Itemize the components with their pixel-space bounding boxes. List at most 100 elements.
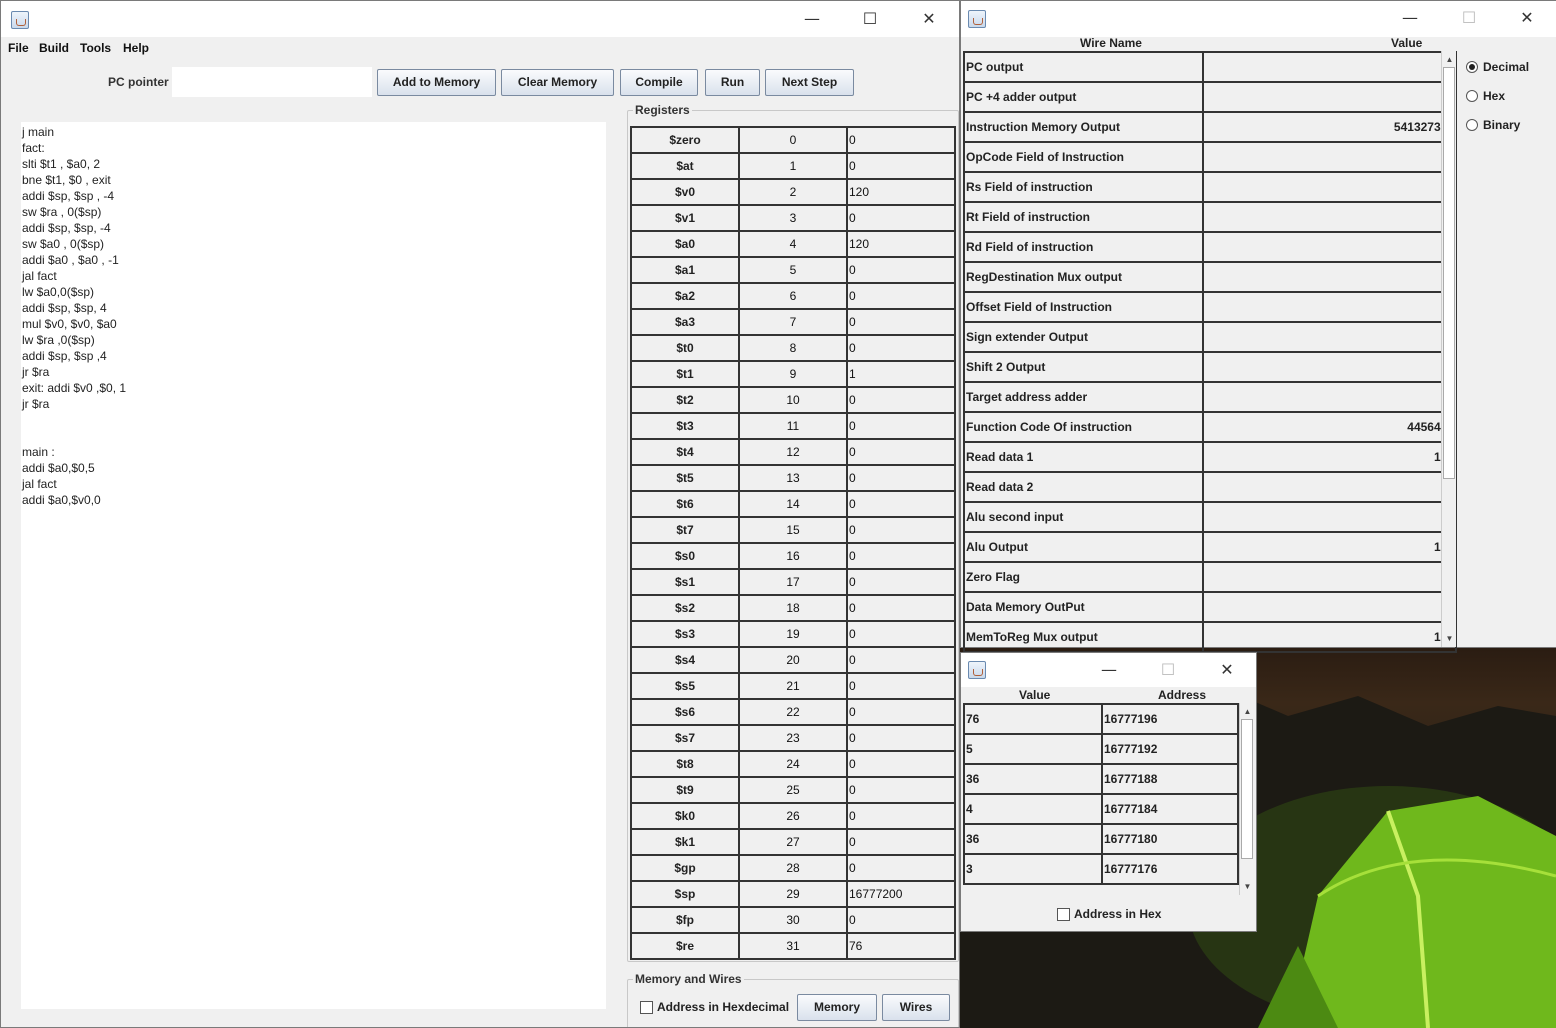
register-name: $a0 <box>630 230 740 258</box>
address-hex-checkbox[interactable] <box>640 1001 653 1014</box>
binary-radio[interactable] <box>1466 119 1478 131</box>
clear-memory-button[interactable]: Clear Memory <box>501 69 614 96</box>
register-row: $t0 8 0 <box>630 334 956 362</box>
wires-maximize-button[interactable]: ☐ <box>1446 3 1492 33</box>
register-row: $t8 24 0 <box>630 750 956 778</box>
scroll-up-icon[interactable]: ▲ <box>1441 51 1458 68</box>
code-line: sw $ra , 0($sp) <box>22 205 102 219</box>
register-value: 0 <box>846 724 956 752</box>
memory-minimize-button[interactable]: — <box>1086 655 1132 685</box>
register-number: 0 <box>738 126 848 154</box>
memory-scrollbar[interactable]: ▲ ▼ <box>1239 703 1254 895</box>
wire-value: 0 <box>1202 501 1457 533</box>
register-row: $a2 6 0 <box>630 282 956 310</box>
memory-row: 3 16777176 <box>963 853 1239 885</box>
register-name: $gp <box>630 854 740 882</box>
wire-row: Zero Flag0 <box>963 561 1457 593</box>
memory-button[interactable]: Memory <box>797 994 877 1021</box>
scroll-thumb[interactable] <box>1443 67 1455 479</box>
memory-address-hex-checkbox[interactable] <box>1057 908 1070 921</box>
register-name: $v1 <box>630 204 740 232</box>
code-line: lw $a0,0($sp) <box>22 285 95 299</box>
register-number: 12 <box>738 438 848 466</box>
code-line: addi $a0,$0,5 <box>22 461 95 475</box>
wire-name: PC +4 adder output <box>963 81 1204 113</box>
wires-minimize-button[interactable]: — <box>1387 3 1433 33</box>
register-name: $s7 <box>630 724 740 752</box>
register-name: $t0 <box>630 334 740 362</box>
wire-value: 0 <box>1202 291 1457 323</box>
memory-value: 4 <box>963 793 1103 825</box>
pc-pointer-input[interactable] <box>172 67 372 97</box>
memory-maximize-button[interactable]: ☐ <box>1145 655 1191 685</box>
code-line: jal fact <box>22 477 57 491</box>
hex-radio[interactable] <box>1466 90 1478 102</box>
code-line: slti $t1 , $a0, 2 <box>22 157 101 171</box>
register-value: 0 <box>846 698 956 726</box>
register-value: 0 <box>846 750 956 778</box>
register-value: 76 <box>846 932 956 960</box>
register-number: 26 <box>738 802 848 830</box>
wire-row: Sign extender Output0 <box>963 321 1457 353</box>
run-button[interactable]: Run <box>705 69 760 96</box>
scroll-thumb[interactable] <box>1241 719 1253 859</box>
register-number: 8 <box>738 334 848 362</box>
wire-name: MemToReg Mux output <box>963 621 1204 653</box>
compile-button[interactable]: Compile <box>620 69 698 96</box>
menu-file[interactable]: File <box>8 41 29 55</box>
register-name: $re <box>630 932 740 960</box>
register-name: $s1 <box>630 568 740 596</box>
maximize-button[interactable]: ☐ <box>847 4 893 34</box>
wire-row: PC output80 <box>963 51 1457 83</box>
wire-value: 2 <box>1202 171 1457 203</box>
register-value: 120 <box>846 178 956 206</box>
register-name: $t3 <box>630 412 740 440</box>
scroll-down-icon[interactable]: ▼ <box>1239 878 1256 895</box>
menu-build[interactable]: Build <box>39 41 69 55</box>
wire-name: Sign extender Output <box>963 321 1204 353</box>
wires-button[interactable]: Wires <box>882 994 950 1021</box>
wire-name: Alu Output <box>963 531 1204 563</box>
register-row: $s7 23 0 <box>630 724 956 752</box>
register-name: $t1 <box>630 360 740 388</box>
register-value: 16777200 <box>846 880 956 908</box>
scroll-down-icon[interactable]: ▼ <box>1441 630 1458 647</box>
memory-close-button[interactable]: ✕ <box>1204 655 1250 685</box>
wire-row: Target address adder80 <box>963 381 1457 413</box>
register-name: $s6 <box>630 698 740 726</box>
minimize-button[interactable]: — <box>789 4 835 34</box>
register-value: 0 <box>846 906 956 934</box>
close-button[interactable]: ✕ <box>906 4 952 34</box>
wires-scrollbar[interactable]: ▲ ▼ <box>1441 51 1456 647</box>
wire-name: PC output <box>963 51 1204 83</box>
code-line: mul $v0, $v0, $a0 <box>22 317 117 331</box>
register-value: 0 <box>846 282 956 310</box>
address-hex-label: Address in Hexdecimal <box>657 1000 790 1014</box>
code-line: fact: <box>22 141 45 155</box>
register-row: $v0 2 120 <box>630 178 956 206</box>
decimal-radio[interactable] <box>1466 61 1478 73</box>
wire-value-header: Value <box>1391 36 1423 50</box>
add-to-memory-button[interactable]: Add to Memory <box>377 69 496 96</box>
register-name: $v0 <box>630 178 740 206</box>
memory-wires-title: Memory and Wires <box>633 972 744 986</box>
register-name: $t5 <box>630 464 740 492</box>
wire-value: 0 <box>1202 351 1457 383</box>
register-value: 0 <box>846 776 956 804</box>
wires-close-button[interactable]: ✕ <box>1504 3 1550 33</box>
register-number: 31 <box>738 932 848 960</box>
menu-help[interactable]: Help <box>123 41 149 55</box>
next-step-button[interactable]: Next Step <box>765 69 854 96</box>
wire-value: 4 <box>1202 261 1457 293</box>
title-bar: — ☐ ✕ <box>1 1 959 37</box>
register-name: $t9 <box>630 776 740 804</box>
register-number: 19 <box>738 620 848 648</box>
memory-row: 36 16777188 <box>963 763 1239 795</box>
wire-row: Instruction Memory Output 541327360 <box>963 111 1457 143</box>
register-value: 0 <box>846 620 956 648</box>
memory-row: 5 16777192 <box>963 733 1239 765</box>
code-editor[interactable]: j main fact: slti $t1 , $a0, 2 bne $t1, $0 … <box>21 122 606 1009</box>
scroll-up-icon[interactable]: ▲ <box>1239 703 1256 720</box>
menu-tools[interactable]: Tools <box>80 41 111 55</box>
